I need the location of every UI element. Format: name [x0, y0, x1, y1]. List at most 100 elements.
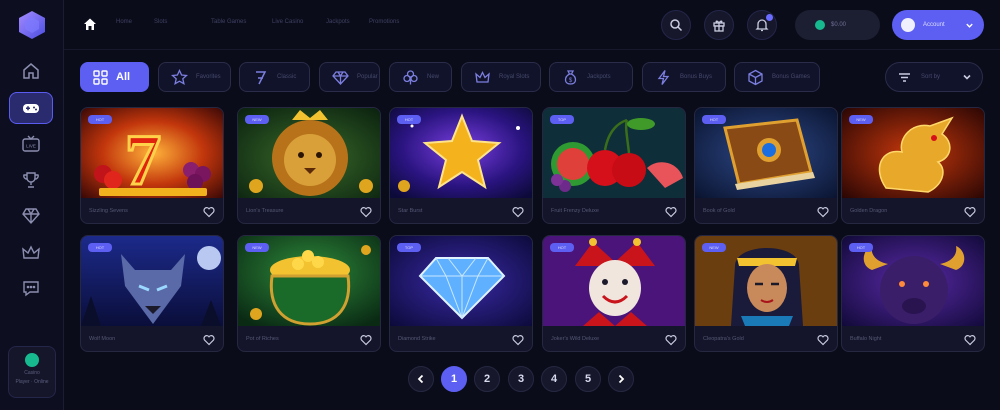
game-badge: HOT	[550, 243, 574, 252]
heart-icon[interactable]	[817, 334, 829, 346]
svg-text:LIVE: LIVE	[26, 144, 36, 149]
sort-dropdown[interactable]: Sort by	[885, 62, 983, 92]
page-button-1[interactable]: 1	[441, 366, 467, 392]
game-card[interactable]: NEW Golden Dragon	[841, 107, 985, 224]
nav-link-home[interactable]: Home	[116, 19, 132, 25]
filter-new[interactable]: New	[389, 62, 452, 92]
filter-bonus-games[interactable]: Bonus Games	[734, 62, 820, 92]
heart-icon[interactable]	[665, 334, 677, 346]
prev-page-button[interactable]	[408, 366, 434, 392]
filter-favorites[interactable]: Favorites	[158, 62, 231, 92]
chevron-down-icon	[963, 74, 971, 80]
sidebar-item-vip[interactable]	[9, 200, 53, 232]
avatar	[901, 18, 915, 32]
nav-link-live-casino[interactable]: Live Casino	[272, 19, 303, 25]
filter-label: Jackpots	[587, 74, 611, 80]
heart-icon[interactable]	[512, 206, 524, 218]
nav-link-promotions[interactable]: Promotions	[369, 19, 399, 25]
heart-icon[interactable]	[665, 206, 677, 218]
heart-icon[interactable]	[203, 334, 215, 346]
game-title: Wolf Moon	[89, 336, 116, 342]
heart-icon[interactable]	[512, 334, 524, 346]
heart-icon[interactable]	[817, 206, 829, 218]
filter-label: Classic	[277, 74, 297, 80]
nav-link-table-games[interactable]: Table Games	[211, 19, 246, 25]
sidebar-item-live[interactable]: LIVE	[9, 128, 53, 160]
heart-icon[interactable]	[964, 334, 976, 346]
game-badge: NEW	[849, 115, 873, 124]
balance-display[interactable]: $0.00	[795, 10, 880, 40]
heart-icon[interactable]	[360, 206, 372, 218]
filter-royal-slots[interactable]: Royal Slots	[461, 62, 541, 92]
heart-icon[interactable]	[203, 206, 215, 218]
sidebar-item-tournaments[interactable]	[9, 164, 53, 196]
game-badge: HOT	[88, 243, 112, 252]
filter-label: Bonus Buys	[680, 74, 713, 80]
filter-jackpots[interactable]: $ Jackpots	[549, 62, 633, 92]
game-badge: HOT	[849, 243, 873, 252]
live-tv-icon: LIVE	[22, 135, 40, 152]
heart-icon[interactable]	[964, 206, 976, 218]
game-card[interactable]: NEW Lion's Treasure	[237, 107, 381, 224]
page-button-2[interactable]: 2	[474, 366, 500, 392]
cube-logo-icon[interactable]	[17, 10, 47, 40]
nav-link-slots[interactable]: Slots	[154, 19, 167, 25]
sidebar: LIVE Casino Player · Online	[0, 0, 64, 410]
grid-icon	[93, 69, 108, 85]
sort-icon	[899, 72, 910, 82]
game-card[interactable]: HOT Buffalo Night	[841, 235, 985, 352]
game-badge: NEW	[245, 243, 269, 252]
sidebar-item-games[interactable]	[9, 92, 53, 124]
game-card[interactable]: 7 HOT Sizzling Sevens	[80, 107, 224, 224]
next-page-button[interactable]	[608, 366, 634, 392]
profile-button[interactable]: Account	[892, 10, 984, 40]
notification-dot	[766, 14, 773, 21]
game-badge: HOT	[702, 115, 726, 124]
game-card[interactable]: NEW Pot of Riches	[237, 235, 381, 352]
gift-button[interactable]	[704, 10, 734, 40]
balance-amount: $0.00	[831, 22, 847, 28]
sort-label: Sort by	[921, 74, 941, 80]
nav-link-jackpots[interactable]: Jackpots	[326, 19, 350, 25]
filter-popular[interactable]: Popular	[319, 62, 380, 92]
game-title: Lion's Treasure	[246, 208, 284, 214]
filter-label: Royal Slots	[499, 74, 530, 80]
game-card[interactable]: HOT Wolf Moon	[80, 235, 224, 352]
user-name: Casino	[24, 370, 40, 376]
seven-icon	[256, 70, 267, 84]
crown-icon	[22, 245, 40, 259]
game-card[interactable]: HOT Book of Gold	[694, 107, 838, 224]
search-icon	[670, 19, 683, 32]
sidebar-item-royal[interactable]	[9, 237, 53, 269]
sidebar-item-chat[interactable]	[9, 272, 53, 304]
game-card[interactable]: TOP Fruit Frenzy Deluxe	[542, 107, 686, 224]
game-title: Sizzling Sevens	[89, 208, 128, 214]
game-card[interactable]: HOT Star Burst	[389, 107, 533, 224]
page-button-5[interactable]: 5	[575, 366, 601, 392]
filter-classic[interactable]: Classic	[239, 62, 310, 92]
cube-icon	[748, 69, 763, 85]
heart-icon[interactable]	[360, 334, 372, 346]
clover-icon	[403, 69, 418, 84]
page-button-4[interactable]: 4	[541, 366, 567, 392]
game-card[interactable]: HOT Joker's Wild Deluxe	[542, 235, 686, 352]
user-card[interactable]: Casino Player · Online	[8, 346, 56, 398]
crown-icon	[475, 70, 490, 83]
game-badge: TOP	[550, 115, 574, 124]
home-icon[interactable]	[83, 17, 97, 31]
search-button[interactable]	[661, 10, 691, 40]
filter-all[interactable]: All	[80, 62, 149, 92]
game-card[interactable]: NEW Cleopatra's Gold	[694, 235, 838, 352]
filter-label: Favorites	[196, 74, 221, 80]
lightning-icon	[657, 69, 670, 85]
notifications-button[interactable]	[747, 10, 777, 40]
diamond-icon	[22, 208, 40, 225]
user-status: Player · Online	[15, 379, 49, 385]
game-title: Golden Dragon	[850, 208, 888, 214]
diamond-icon	[332, 70, 349, 85]
sidebar-item-home[interactable]	[9, 55, 53, 87]
game-card[interactable]: TOP Diamond Strike	[389, 235, 533, 352]
page-button-3[interactable]: 3	[508, 366, 534, 392]
gamepad-icon	[23, 104, 39, 113]
filter-bonus-buys[interactable]: Bonus Buys	[642, 62, 726, 92]
